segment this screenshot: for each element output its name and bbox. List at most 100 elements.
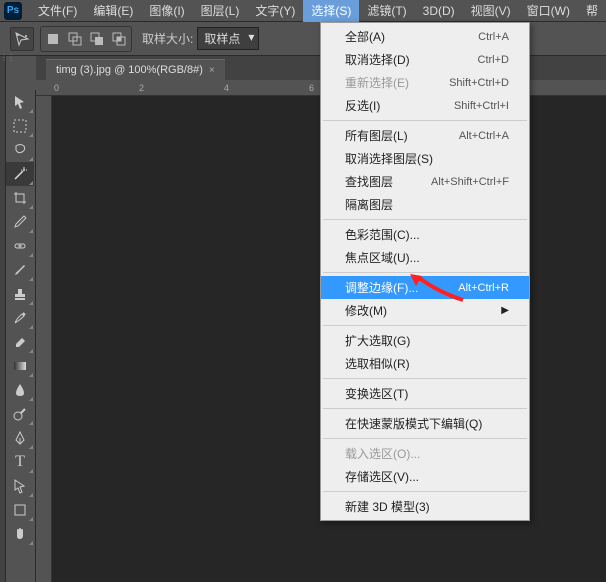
menu-item-label: 调整边缘(F)... xyxy=(345,279,418,296)
menu-item-label: 扩大选取(G) xyxy=(345,332,410,349)
menu-layer[interactable]: 图层(L) xyxy=(193,0,248,22)
menu-item[interactable]: 选取相似(R) xyxy=(321,352,529,375)
menu-item-label: 焦点区域(U)... xyxy=(345,249,420,266)
menu-item[interactable]: 反选(I) Shift+Ctrl+I xyxy=(321,94,529,117)
pen-tool-icon[interactable] xyxy=(6,426,34,450)
toolbox: T xyxy=(6,90,36,582)
hand-tool-icon[interactable] xyxy=(6,522,34,546)
menu-item[interactable]: 焦点区域(U)... xyxy=(321,246,529,269)
menu-item-label: 在快速蒙版模式下编辑(Q) xyxy=(345,415,482,432)
menu-separator xyxy=(323,219,527,220)
menu-separator xyxy=(323,120,527,121)
menu-item: 载入选区(O)... xyxy=(321,442,529,465)
close-icon[interactable]: × xyxy=(209,65,215,76)
menu-shortcut: Alt+Ctrl+R xyxy=(458,282,509,294)
tool-preset-icon[interactable] xyxy=(10,27,34,51)
blur-tool-icon[interactable] xyxy=(6,378,34,402)
marquee-tool-icon[interactable] xyxy=(6,114,34,138)
menu-item-label: 存储选区(V)... xyxy=(345,468,419,485)
crop-tool-icon[interactable] xyxy=(6,186,34,210)
menu-shortcut: Shift+Ctrl+D xyxy=(449,77,509,89)
stamp-tool-icon[interactable] xyxy=(6,282,34,306)
menu-item[interactable]: 取消选择图层(S) xyxy=(321,147,529,170)
gradient-tool-icon[interactable] xyxy=(6,354,34,378)
menu-separator xyxy=(323,438,527,439)
menu-item[interactable]: 变换选区(T) xyxy=(321,382,529,405)
menu-item[interactable]: 所有图层(L) Alt+Ctrl+A xyxy=(321,124,529,147)
submenu-arrow-icon: ▶ xyxy=(501,305,509,316)
brush-tool-icon[interactable] xyxy=(6,258,34,282)
menubar: Ps 文件(F) 编辑(E) 图像(I) 图层(L) 文字(Y) 选择(S) 滤… xyxy=(0,0,606,22)
menu-item-label: 选取相似(R) xyxy=(345,355,410,372)
menu-item[interactable]: 查找图层 Alt+Shift+Ctrl+F xyxy=(321,170,529,193)
menu-item-label: 重新选择(E) xyxy=(345,74,409,91)
move-tool-icon[interactable] xyxy=(6,90,34,114)
menu-separator xyxy=(323,325,527,326)
menu-item[interactable]: 全部(A) Ctrl+A xyxy=(321,25,529,48)
mode-new-icon[interactable] xyxy=(43,29,63,49)
mode-subtract-icon[interactable] xyxy=(87,29,107,49)
healing-tool-icon[interactable] xyxy=(6,234,34,258)
tab-title: timg (3).jpg @ 100%(RGB/8#) xyxy=(56,64,203,76)
menu-edit[interactable]: 编辑(E) xyxy=(85,0,141,22)
menu-item-label: 色彩范围(C)... xyxy=(345,226,420,243)
magic-wand-tool-icon[interactable] xyxy=(6,162,34,186)
ruler-vertical xyxy=(36,96,52,582)
menu-shortcut: Alt+Shift+Ctrl+F xyxy=(431,176,509,188)
menu-item-label: 新建 3D 模型(3) xyxy=(345,498,430,515)
menu-item-label: 取消选择图层(S) xyxy=(345,150,433,167)
menu-shortcut: Alt+Ctrl+A xyxy=(459,130,509,142)
menu-shortcut: Ctrl+D xyxy=(478,54,509,66)
select-menu-dropdown: 全部(A) Ctrl+A 取消选择(D) Ctrl+D 重新选择(E) Shift+Ctr… xyxy=(320,22,530,521)
mode-intersect-icon[interactable] xyxy=(109,29,129,49)
lasso-tool-icon[interactable] xyxy=(6,138,34,162)
menu-item[interactable]: 取消选择(D) Ctrl+D xyxy=(321,48,529,71)
menu-item[interactable]: 扩大选取(G) xyxy=(321,329,529,352)
menu-item-label: 隔离图层 xyxy=(345,196,393,213)
menu-item[interactable]: 新建 3D 模型(3) xyxy=(321,495,529,518)
path-select-tool-icon[interactable] xyxy=(6,474,34,498)
menu-item-label: 所有图层(L) xyxy=(345,127,408,144)
menu-view[interactable]: 视图(V) xyxy=(463,0,519,22)
shape-tool-icon[interactable] xyxy=(6,498,34,522)
sample-size-dropdown[interactable]: 取样点 xyxy=(197,27,259,50)
dodge-tool-icon[interactable] xyxy=(6,402,34,426)
menu-window[interactable]: 窗口(W) xyxy=(519,0,578,22)
menu-item[interactable]: 色彩范围(C)... xyxy=(321,223,529,246)
history-brush-tool-icon[interactable] xyxy=(6,306,34,330)
menu-item-label: 变换选区(T) xyxy=(345,385,408,402)
menu-item[interactable]: 调整边缘(F)... Alt+Ctrl+R xyxy=(321,276,529,299)
menu-item[interactable]: 隔离图层 xyxy=(321,193,529,216)
menu-image[interactable]: 图像(I) xyxy=(141,0,192,22)
menu-separator xyxy=(323,272,527,273)
eraser-tool-icon[interactable] xyxy=(6,330,34,354)
eyedropper-tool-icon[interactable] xyxy=(6,210,34,234)
menu-item[interactable]: 存储选区(V)... xyxy=(321,465,529,488)
menu-item[interactable]: 在快速蒙版模式下编辑(Q) xyxy=(321,412,529,435)
menu-separator xyxy=(323,378,527,379)
menu-select[interactable]: 选择(S) xyxy=(303,0,359,22)
menu-item-label: 查找图层 xyxy=(345,173,393,190)
menu-item[interactable]: 修改(M) ▶ xyxy=(321,299,529,322)
mode-add-icon[interactable] xyxy=(65,29,85,49)
menu-item-label: 反选(I) xyxy=(345,97,380,114)
menu-separator xyxy=(323,408,527,409)
menu-file[interactable]: 文件(F) xyxy=(30,0,85,22)
menu-shortcut: Shift+Ctrl+I xyxy=(454,100,509,112)
sample-size-label: 取样大小: xyxy=(142,30,193,47)
menu-item-label: 载入选区(O)... xyxy=(345,445,420,462)
menu-item-label: 取消选择(D) xyxy=(345,51,410,68)
text-tool-icon[interactable]: T xyxy=(6,450,34,474)
menu-shortcut: Ctrl+A xyxy=(478,31,509,43)
menu-item-label: 修改(M) xyxy=(345,302,387,319)
menu-text[interactable]: 文字(Y) xyxy=(247,0,303,22)
menu-item: 重新选择(E) Shift+Ctrl+D xyxy=(321,71,529,94)
menu-item-label: 全部(A) xyxy=(345,28,385,45)
menu-filter[interactable]: 滤镜(T) xyxy=(359,0,414,22)
selection-mode-group xyxy=(40,26,132,52)
app-logo: Ps xyxy=(4,2,22,20)
menu-help[interactable]: 帮 xyxy=(578,0,606,22)
menu-separator xyxy=(323,491,527,492)
menu-3d[interactable]: 3D(D) xyxy=(415,1,463,21)
document-tab[interactable]: timg (3).jpg @ 100%(RGB/8#) × xyxy=(46,59,225,80)
